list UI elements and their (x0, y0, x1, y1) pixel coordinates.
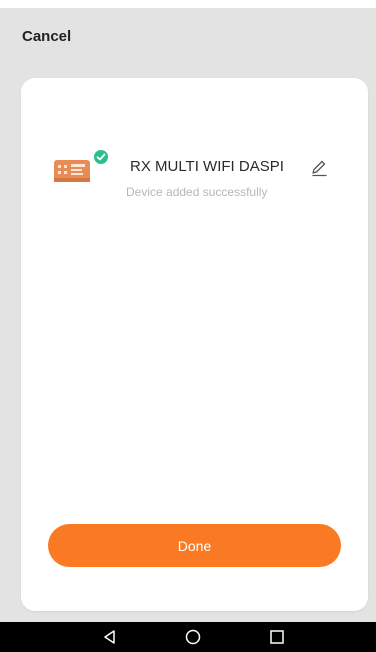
system-nav-bar (0, 622, 376, 652)
status-bar (0, 0, 376, 8)
back-icon[interactable] (101, 628, 119, 646)
home-icon[interactable] (184, 628, 202, 646)
result-card: RX MULTI WIFI DASPI Device added success… (21, 78, 368, 611)
recents-icon[interactable] (268, 628, 286, 646)
done-button[interactable]: Done (48, 524, 341, 567)
check-circle-icon (92, 148, 110, 166)
pencil-icon[interactable] (309, 158, 329, 178)
top-bar: Cancel (0, 8, 376, 70)
cancel-button[interactable]: Cancel (22, 28, 71, 45)
device-status-text: Device added successfully (126, 185, 268, 199)
device-name: RX MULTI WIFI DASPI (130, 158, 284, 175)
device-row: RX MULTI WIFI DASPI Device added success… (51, 148, 341, 208)
